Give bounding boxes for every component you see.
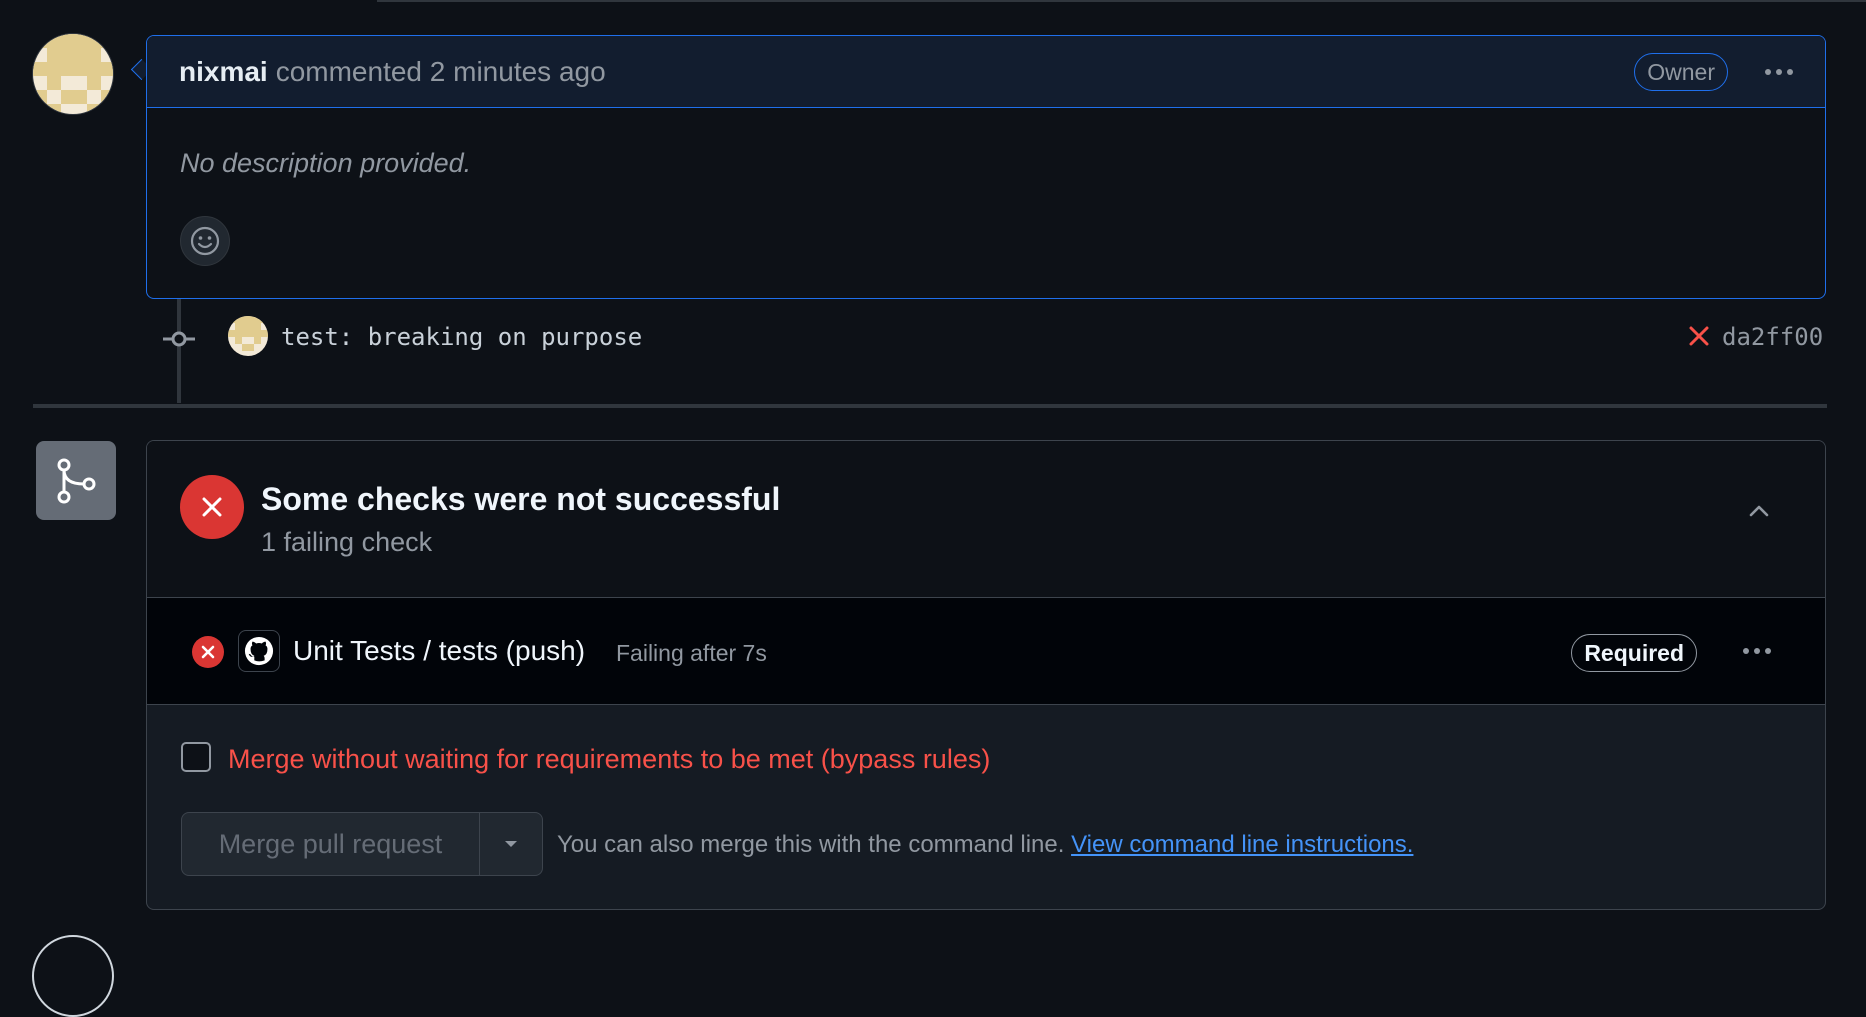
merge-pull-request-button[interactable]: Merge pull request (182, 813, 480, 875)
cli-instructions-link[interactable]: View command line instructions. (1071, 831, 1413, 858)
triangle-down-icon (505, 841, 517, 847)
check-status: Failing after 7s (616, 640, 767, 666)
add-reaction-button[interactable] (180, 216, 230, 266)
commit-author-avatar[interactable] (228, 316, 268, 356)
next-avatar[interactable] (32, 935, 114, 1017)
chevron-up-icon[interactable] (1747, 499, 1771, 523)
checks-title: Some checks were not successful (261, 481, 781, 517)
merge-button-group: Merge pull request (181, 812, 543, 876)
commit-message[interactable]: test: breaking on purpose (281, 323, 642, 351)
checks-failed-icon (180, 475, 244, 539)
git-commit-icon (163, 331, 195, 347)
timeline-line (177, 299, 181, 403)
comment-options-kebab-icon[interactable] (1765, 69, 1793, 75)
comment-body: No description provided. (180, 148, 472, 178)
author-avatar[interactable] (32, 33, 114, 115)
checks-summary: Some checks were not successful 1 failin… (147, 441, 1825, 598)
git-merge-icon (36, 441, 116, 520)
check-row[interactable]: Unit Tests / tests (push) Failing after … (147, 598, 1825, 705)
checks-subtitle: 1 failing check (261, 527, 433, 557)
comment-author[interactable]: nixmai (179, 56, 268, 88)
check-failed-icon (192, 636, 224, 668)
pr-description-comment: nixmai commented 2 minutes ago Owner No … (146, 35, 1826, 299)
smiley-icon (190, 226, 220, 256)
bypass-rules-checkbox[interactable] (181, 742, 211, 772)
timeline-break (33, 404, 1827, 408)
top-divider-gap (0, 0, 377, 2)
cli-hint-text: You can also merge this with the command… (557, 831, 1065, 858)
comment-time[interactable]: 2 minutes ago (430, 56, 606, 87)
merge-box: Some checks were not successful 1 failin… (146, 440, 1826, 910)
comment-header: nixmai commented 2 minutes ago Owner (147, 36, 1825, 108)
comment-action: commented (275, 55, 422, 87)
comment-meta: commented 2 minutes ago (276, 56, 606, 88)
required-badge: Required (1571, 634, 1697, 672)
bypass-rules-label[interactable]: Merge without waiting for requirements t… (228, 744, 990, 775)
check-failed-x-icon[interactable] (1687, 324, 1711, 348)
owner-badge: Owner (1634, 53, 1728, 91)
cli-hint: You can also merge this with the command… (557, 831, 1413, 859)
check-name[interactable]: Unit Tests / tests (push) (293, 635, 585, 667)
github-actions-icon (238, 630, 280, 672)
commit-sha[interactable]: da2ff00 (1722, 323, 1823, 351)
check-options-kebab-icon[interactable] (1743, 648, 1771, 654)
merge-method-dropdown[interactable] (480, 813, 542, 875)
